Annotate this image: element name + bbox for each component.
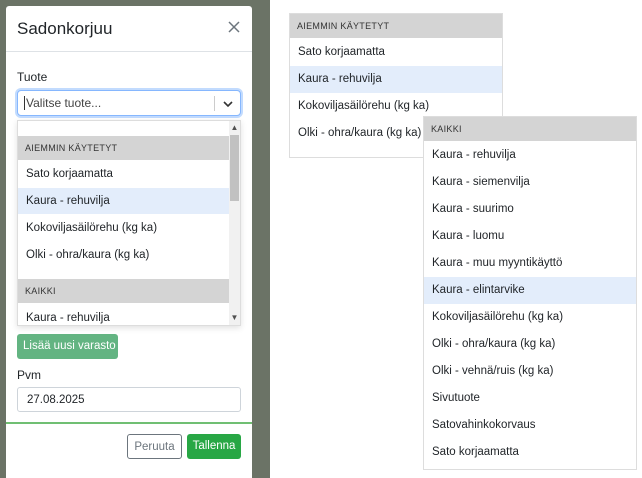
cancel-button[interactable]: Peruuta xyxy=(127,434,182,459)
recent-panel-option-1[interactable]: Sato korjaamatta xyxy=(290,39,502,66)
scroll-down-arrow-icon[interactable]: ▼ xyxy=(230,313,239,323)
recent-panel-option-2[interactable]: Kaura - rehuvilja xyxy=(290,66,502,93)
chevron-down-icon[interactable] xyxy=(222,98,234,110)
group-header-all: KAIKKI xyxy=(18,279,231,303)
add-storage-button[interactable]: Lisää uusi varasto xyxy=(17,334,118,359)
all-panel-option-6[interactable]: Kaura - elintarvike xyxy=(424,277,636,304)
save-button[interactable]: Tallenna xyxy=(187,434,241,459)
all-panel-option-8[interactable]: Olki - ohra/kaura (kg ka) xyxy=(424,331,636,358)
option-all-1[interactable]: Kaura - rehuvilja xyxy=(18,305,231,325)
modal-title: Sadonkorjuu xyxy=(17,19,113,38)
product-dropdown-list[interactable]: AIEMMIN KÄYTETYT Sato korjaamatta Kaura … xyxy=(17,120,241,326)
all-panel-option-9[interactable]: Olki - vehnä/ruis (kg ka) xyxy=(424,358,636,385)
all-panel-option-11[interactable]: Satovahinkokorvaus xyxy=(424,412,636,439)
option-recent-1[interactable]: Sato korjaamatta xyxy=(18,161,231,187)
modal-header: Sadonkorjuu xyxy=(6,6,252,52)
footer-divider xyxy=(6,422,252,424)
scrollbar-thumb[interactable] xyxy=(230,135,239,201)
all-panel-option-3[interactable]: Kaura - suurimo xyxy=(424,196,636,223)
all-panel-option-4[interactable]: Kaura - luomu xyxy=(424,223,636,250)
all-panel-option-1[interactable]: Kaura - rehuvilja xyxy=(424,142,636,169)
date-label: Pvm xyxy=(17,368,41,382)
recent-panel-header: AIEMMIN KÄYTETYT xyxy=(290,14,502,38)
all-panel-option-5[interactable]: Kaura - muu myyntikäyttö xyxy=(424,250,636,277)
dropdown-scrollbar[interactable]: ▲ ▼ xyxy=(229,121,240,325)
close-icon xyxy=(228,21,240,33)
option-recent-3[interactable]: Kokoviljasäilörehu (kg ka) xyxy=(18,215,231,241)
scroll-up-arrow-icon[interactable]: ▲ xyxy=(230,123,239,133)
harvest-modal: Sadonkorjuu Tuote Valitse tuote... AIEMM… xyxy=(6,6,252,478)
product-label: Tuote xyxy=(17,70,48,84)
group-header-recent: AIEMMIN KÄYTETYT xyxy=(18,136,231,160)
option-recent-4[interactable]: Olki - ohra/kaura (kg ka) xyxy=(18,242,231,268)
product-select-placeholder: Valitse tuote... xyxy=(24,96,102,110)
all-panel-option-10[interactable]: Sivutuote xyxy=(424,385,636,412)
option-recent-2[interactable]: Kaura - rehuvilja xyxy=(18,188,231,214)
all-options-panel: KAIKKI Kaura - rehuvilja Kaura - siemenv… xyxy=(423,116,637,470)
product-select[interactable]: Valitse tuote... xyxy=(17,90,241,116)
all-panel-option-2[interactable]: Kaura - siemenvilja xyxy=(424,169,636,196)
all-panel-option-12[interactable]: Sato korjaamatta xyxy=(424,439,636,466)
select-separator xyxy=(214,96,215,111)
date-input[interactable]: 27.08.2025 xyxy=(17,387,241,412)
close-button[interactable] xyxy=(226,19,242,35)
all-panel-header: KAIKKI xyxy=(424,117,636,141)
all-panel-option-7[interactable]: Kokoviljasäilörehu (kg ka) xyxy=(424,304,636,331)
